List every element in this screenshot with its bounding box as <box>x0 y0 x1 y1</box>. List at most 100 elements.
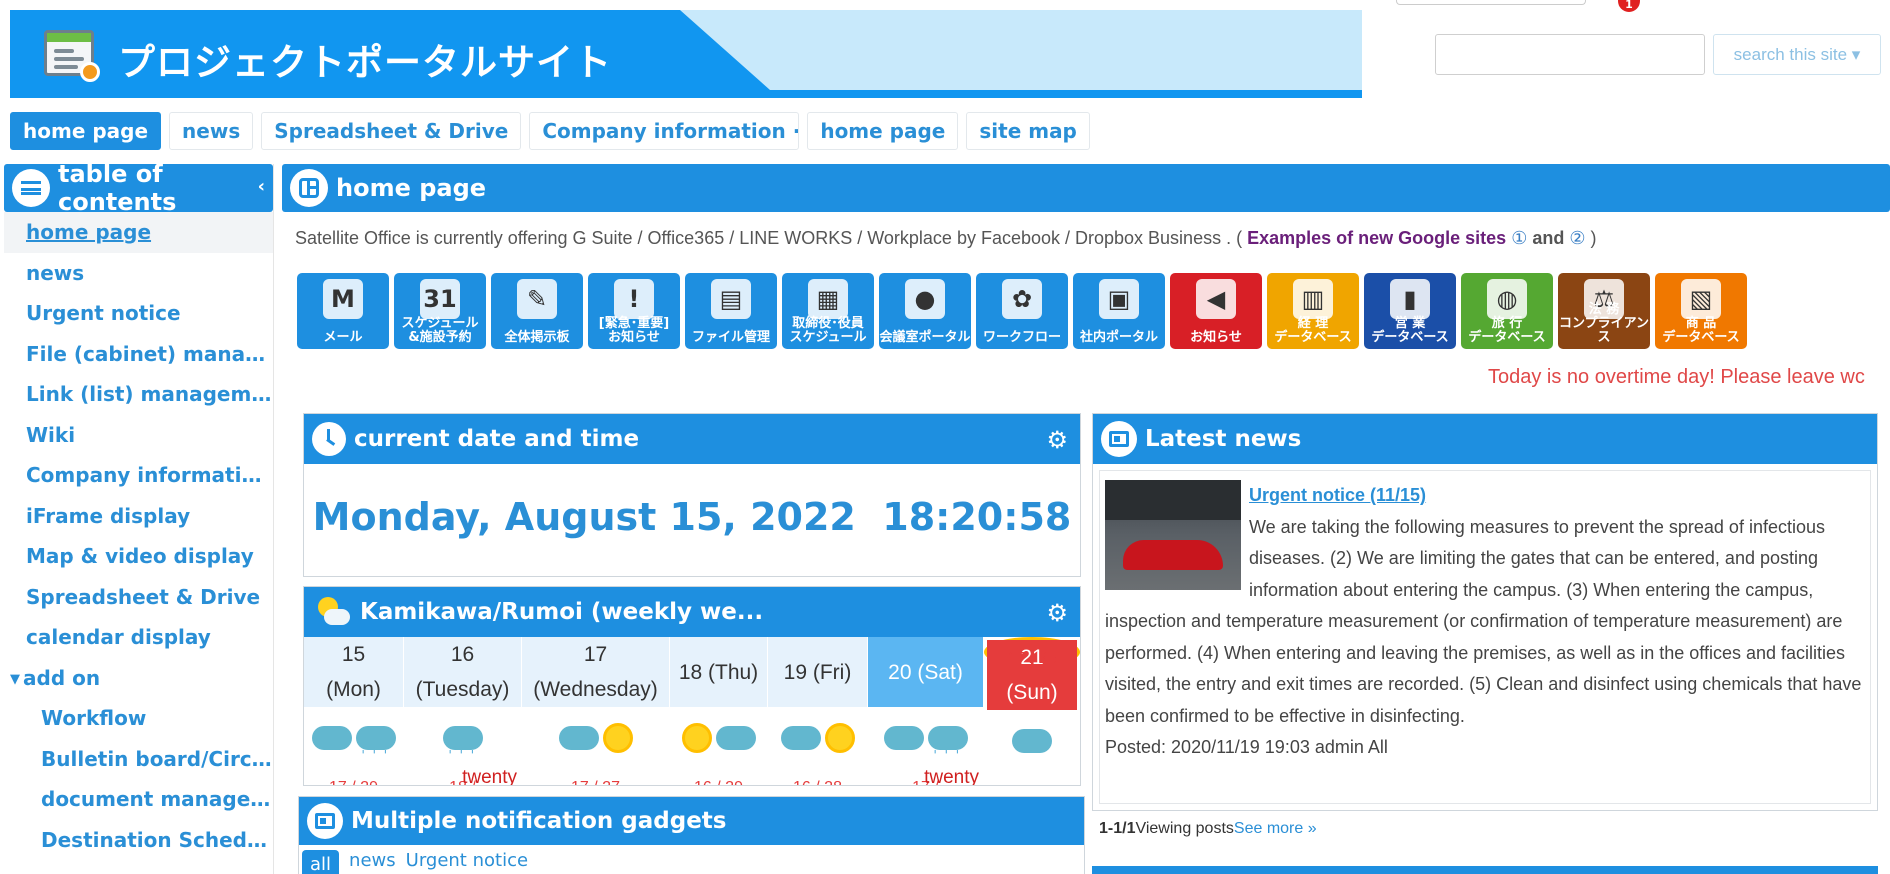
forecast-date: 19 (Fri) <box>768 637 867 707</box>
sidebar-item-iframe[interactable]: iFrame display <box>4 496 273 537</box>
news-pagination: 1-1/1Viewing postsSee more » <box>1099 820 1317 837</box>
weather-icon <box>522 711 669 765</box>
gear-icon[interactable]: ⚙ <box>1046 426 1068 454</box>
app-icon: ✿ <box>1002 279 1042 319</box>
app-tile[interactable]: 31 スケジュール &施設予約 <box>393 272 487 350</box>
notification-icon <box>307 803 343 839</box>
forecast-temperature-high: twenty <box>462 767 517 786</box>
google-sites-examples-link[interactable]: Examples of new Google sites <box>1247 228 1506 248</box>
nav-tab-home-2[interactable]: home page <box>807 112 959 150</box>
app-tile[interactable]: ▤ ファイル管理 <box>684 272 778 350</box>
sidebar-header: table of contents ‹ <box>4 164 273 216</box>
forecast-temperature: 17 / 27 <box>522 779 669 785</box>
top-navigation: home page news Spreadsheet & Drive Compa… <box>10 112 1090 152</box>
sidebar-item-link-management[interactable]: Link (list) management <box>4 374 273 415</box>
forecast-day: 16 (Tuesday)18 /twenty <box>404 637 522 786</box>
tab-news[interactable]: news <box>349 850 396 874</box>
chevron-down-icon[interactable]: ▼ <box>10 672 20 687</box>
sidebar-item-workflow[interactable]: Workflow <box>4 698 273 739</box>
app-tile[interactable]: ● 会議室ポータル <box>878 272 972 350</box>
nav-tab-home[interactable]: home page <box>10 112 162 150</box>
app-label: ワークフロー <box>982 330 1061 345</box>
app-tile[interactable]: ◀ お知らせ <box>1169 272 1263 350</box>
sidebar-item-bulletin-board[interactable]: Bulletin board/Circ··· <box>4 739 273 780</box>
app-icon: M <box>323 279 363 319</box>
search-scope-button[interactable]: search this site ▾ <box>1713 34 1881 75</box>
example-2-link[interactable]: ② <box>1569 228 1585 248</box>
app-icon: 31 <box>420 279 460 319</box>
account-menu[interactable] <box>1396 0 1586 5</box>
sidebar-item-wiki[interactable]: Wiki <box>4 415 273 456</box>
current-datetime: Monday, August 15, 2022 18:20:58 <box>312 495 1072 539</box>
example-1-link[interactable]: ① <box>1511 228 1527 248</box>
app-tile[interactable]: ▧ 商 品 データベース <box>1654 272 1748 350</box>
weather-icon <box>768 711 867 765</box>
sidebar-item-map-video[interactable]: Map & video display <box>4 536 273 577</box>
forecast-temperature: 17 / 26 <box>1007 650 1057 667</box>
app-tile[interactable]: ◍ 旅 行 データベース <box>1460 272 1554 350</box>
site-logo-icon <box>44 30 100 82</box>
app-icon: ▣ <box>1099 279 1139 319</box>
app-label: 営 業 データベース <box>1371 316 1449 345</box>
sidebar-item-news[interactable]: news <box>4 253 273 294</box>
app-label: スケジュール &施設予約 <box>401 316 479 345</box>
app-tile[interactable]: ▮ 営 業 データベース <box>1363 272 1457 350</box>
site-title[interactable]: プロジェクトポータルサイト <box>118 32 612 86</box>
app-label: [緊急･重要] お知らせ <box>598 316 670 345</box>
sidebar-item-home[interactable]: home page <box>4 212 273 253</box>
nav-tab-spreadsheet[interactable]: Spreadsheet & Drive <box>261 112 522 150</box>
sidebar-item-destination-schedule[interactable]: Destination Schedul··· <box>4 820 273 861</box>
cloud-icon <box>780 726 821 750</box>
forecast-date: 17 (Wednesday) <box>522 637 669 707</box>
app-icon: ▮ <box>1390 279 1430 319</box>
gear-icon[interactable]: ⚙ <box>1046 599 1068 627</box>
sidebar-item-spreadsheet[interactable]: Spreadsheet & Drive <box>4 577 273 618</box>
nav-tab-news[interactable]: news <box>169 112 254 150</box>
tab-all[interactable]: all <box>302 850 340 874</box>
app-tile[interactable]: ▦ 取締役･役員 スケジュール <box>781 272 875 350</box>
app-tile[interactable]: ! [緊急･重要] お知らせ <box>587 272 681 350</box>
app-label: 取締役･役員 スケジュール <box>789 316 867 345</box>
sidebar-item-document-management[interactable]: document manage··· <box>4 779 273 820</box>
notifications-title: Multiple notification gadgets <box>351 808 727 834</box>
portal-page: プロジェクトポータルサイト 1 search this site ▾ home … <box>0 0 1890 874</box>
app-tile[interactable]: ✿ ワークフロー <box>975 272 1069 350</box>
app-tile[interactable]: M メール <box>296 272 390 350</box>
app-tile[interactable]: ⚖ 法 務 コンプライアンス <box>1557 272 1651 350</box>
app-icon: ● <box>905 279 945 319</box>
news-item-posted: Posted: 2020/11/19 19:03 admin All <box>1105 737 1388 757</box>
app-tile[interactable]: ▥ 経 理 データベース <box>1266 272 1360 350</box>
cloud-icon <box>715 726 756 750</box>
nav-tab-site-map[interactable]: site map <box>966 112 1090 150</box>
news-thumbnail[interactable] <box>1105 480 1241 590</box>
sidebar-item-add-on[interactable]: ▼ add on <box>4 658 273 699</box>
sun-icon <box>602 723 633 753</box>
app-label: 法 務 コンプライアンス <box>1558 302 1650 345</box>
sidebar-item-calendar[interactable]: calendar display <box>4 617 273 658</box>
app-label: 会議室ポータル <box>879 330 971 345</box>
app-tile[interactable]: ✎ 全体掲示板 <box>490 272 584 350</box>
tab-urgent-notice[interactable]: Urgent notice <box>406 850 528 874</box>
sidebar-item-urgent-notice[interactable]: Urgent notice <box>4 293 273 334</box>
header-banner: プロジェクトポータルサイト <box>10 10 1362 98</box>
latest-news-widget: Latest news Urgent notice (11/15) We are… <box>1092 413 1878 811</box>
notification-badge[interactable]: 1 <box>1618 0 1640 12</box>
collapse-icon[interactable]: ‹ <box>258 176 265 197</box>
weather-widget-header: Kamikawa/Rumoi (weekly we... ⚙ <box>304 587 1080 637</box>
menu-icon <box>12 169 50 207</box>
app-tile[interactable]: ▣ 社内ポータル <box>1072 272 1166 350</box>
sidebar-item-file-management[interactable]: File (cabinet) manage··· <box>4 334 273 375</box>
sidebar-item-label: add on <box>23 665 101 690</box>
sidebar-item-company-info[interactable]: Company information··· <box>4 455 273 496</box>
app-icon: ▤ <box>711 279 751 319</box>
app-icon: ✎ <box>517 279 557 319</box>
search-input[interactable] <box>1435 34 1705 75</box>
nav-tab-company-info[interactable]: Company information ··· <box>529 112 800 150</box>
weekly-forecast: 15 (Mon)17 / 2916 (Tuesday)18 /twenty17 … <box>304 637 1080 786</box>
app-icon: ▥ <box>1293 279 1333 319</box>
weather-widget: Kamikawa/Rumoi (weekly we... ⚙ 15 (Mon)1… <box>303 586 1081 786</box>
see-more-link[interactable]: See more » <box>1234 820 1317 837</box>
app-label: 社内ポータル <box>1079 330 1158 345</box>
weather-icon <box>987 714 1077 768</box>
app-label: ファイル管理 <box>691 330 770 345</box>
